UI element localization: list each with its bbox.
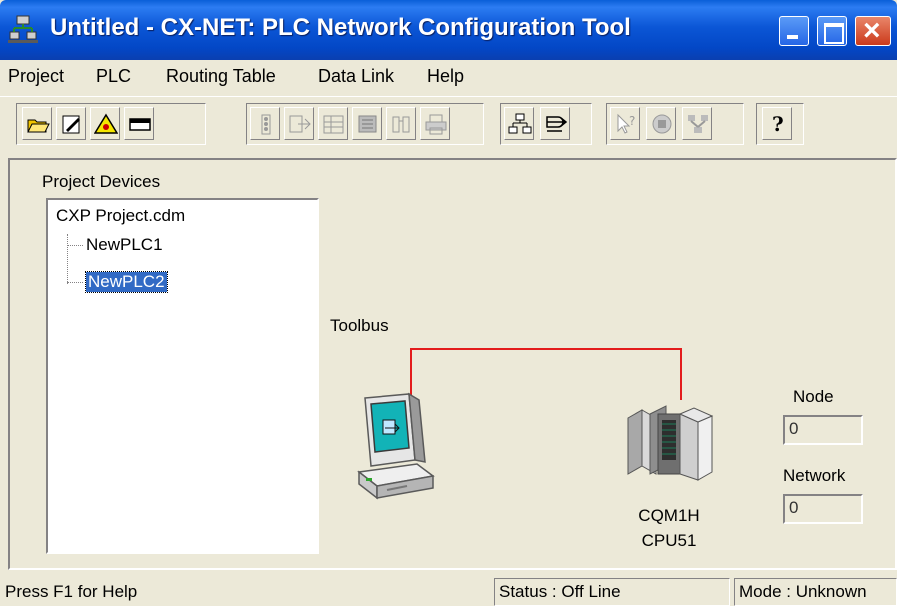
transfer-button[interactable] (284, 107, 314, 140)
network-label: Network (783, 466, 846, 485)
window-title: Untitled - CX-NET: PLC Network Configura… (50, 14, 631, 41)
menu-help[interactable]: Help (427, 66, 464, 87)
close-button[interactable]: × (855, 14, 891, 47)
help-icon: ? (772, 113, 784, 135)
print-button[interactable] (420, 107, 450, 140)
device-icon (129, 118, 151, 131)
tree-connector (67, 282, 83, 283)
menu-data-link[interactable]: Data Link (318, 66, 394, 87)
table-icon (323, 115, 344, 134)
status-help-text: Press F1 for Help (5, 582, 138, 601)
menu-plc[interactable]: PLC (96, 66, 131, 87)
project-devices-tree[interactable]: CXP Project.cdm NewPLC1 NewPLC2 (46, 198, 319, 554)
plc-model-line2: CPU51 (641, 531, 697, 550)
tree-node-newplc1[interactable]: NewPLC1 (86, 235, 163, 255)
tree-connector (67, 245, 83, 246)
close-icon: × (863, 14, 881, 47)
title-bar[interactable]: Untitled - CX-NET: PLC Network Configura… (0, 0, 897, 60)
tree-root-project[interactable]: CXP Project.cdm (56, 206, 185, 226)
memory-icon (358, 115, 377, 133)
network-icon (688, 115, 708, 133)
network-app-icon (8, 15, 38, 43)
plc-io-icon (261, 114, 271, 135)
warning-icon (94, 113, 118, 134)
routing-button[interactable] (386, 107, 416, 140)
edit-icon (62, 115, 80, 134)
help-button[interactable]: ? (762, 107, 792, 140)
help-cursor-button[interactable]: ? (610, 107, 640, 140)
toolbus-wire-plc-drop (680, 348, 682, 400)
maximize-button[interactable] (817, 16, 847, 46)
network-tree-button[interactable] (504, 107, 534, 140)
disk-icon (652, 114, 672, 134)
node-field[interactable]: 0 (783, 415, 863, 445)
plc-icon[interactable] (622, 404, 718, 482)
plc-io-button[interactable] (250, 107, 280, 140)
datalink-button[interactable] (540, 107, 570, 140)
menu-bar: Project PLC Routing Table Data Link Help (0, 60, 897, 94)
minimize-button[interactable] (779, 16, 809, 46)
svg-text:?: ? (629, 114, 635, 128)
tree-node-newplc2-selected[interactable]: NewPLC2 (85, 271, 168, 293)
device-button[interactable] (124, 107, 154, 140)
help-cursor-icon: ? (617, 113, 635, 134)
menu-project[interactable]: Project (8, 66, 64, 87)
toolbus-label: Toolbus (330, 316, 389, 335)
warning-button[interactable] (90, 107, 120, 140)
open-button[interactable] (22, 107, 52, 140)
plc-model-label: CQM1H CPU51 (632, 503, 706, 553)
tree-connector (67, 234, 68, 284)
project-devices-label: Project Devices (42, 172, 161, 191)
network-field[interactable]: 0 (783, 494, 863, 524)
print-icon (425, 114, 447, 135)
status-connection: Status : Off Line (494, 578, 730, 606)
toolbus-wire-pc-drop (410, 348, 412, 396)
menu-routing-table[interactable]: Routing Table (166, 66, 276, 87)
network-button[interactable] (682, 107, 712, 140)
status-mode: Mode : Unknown (734, 578, 897, 606)
svg-text:?: ? (772, 113, 784, 135)
plc-model-line1: CQM1H (638, 506, 700, 525)
computer-icon[interactable] (357, 392, 437, 500)
edit-button[interactable] (56, 107, 86, 140)
toolbar: ? ? (0, 96, 897, 156)
open-icon (27, 119, 50, 133)
table-button[interactable] (318, 107, 348, 140)
disk-button[interactable] (646, 107, 676, 140)
memory-button[interactable] (352, 107, 382, 140)
routing-icon (392, 116, 410, 133)
network-tree-icon (508, 113, 532, 134)
status-bar: Press F1 for Help Status : Off Line Mode… (0, 576, 897, 606)
datalink-icon (546, 116, 568, 132)
transfer-icon (289, 115, 311, 133)
toolbus-wire (410, 348, 682, 350)
node-label: Node (793, 387, 834, 406)
